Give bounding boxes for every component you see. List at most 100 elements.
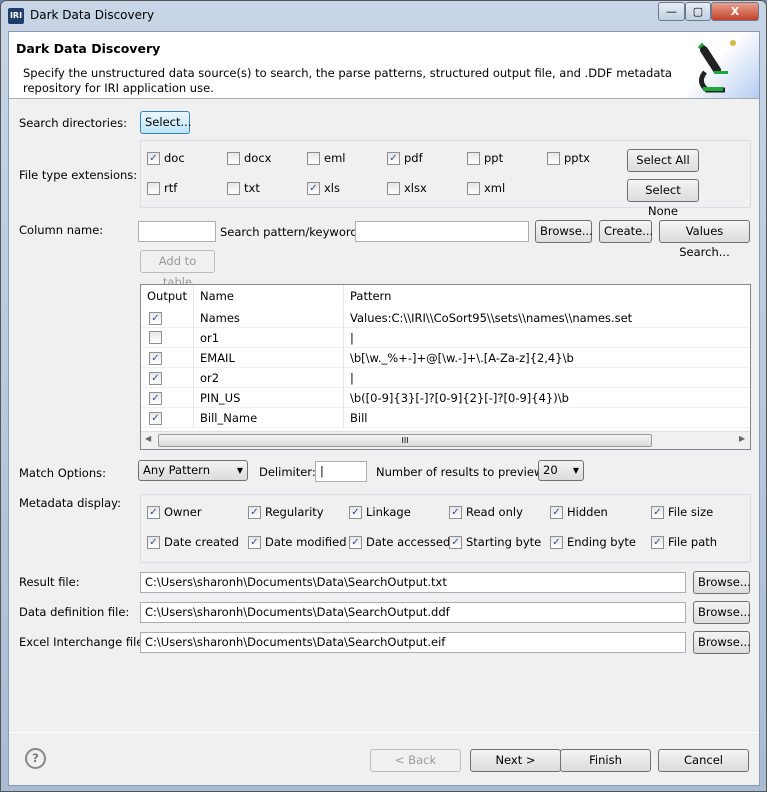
- scroll-right-icon[interactable]: ▶: [739, 434, 745, 443]
- checkbox-checked-icon[interactable]: ✓: [149, 312, 162, 325]
- table-row[interactable]: ✓ EMAIL \b[\w._%+-]+@[\w.-]+\.[A-Za-z]{2…: [141, 348, 750, 368]
- table-row[interactable]: ✓ Bill_Name Bill: [141, 408, 750, 428]
- scrollbar-thumb[interactable]: III: [158, 434, 652, 447]
- select-directories-button[interactable]: Select...: [140, 111, 191, 134]
- cancel-button[interactable]: Cancel: [658, 749, 749, 772]
- file-type-pptx-checkbox[interactable]: pptx: [547, 151, 590, 165]
- back-button[interactable]: < Back: [370, 749, 461, 772]
- checkbox-checked-icon[interactable]: ✓: [248, 505, 261, 519]
- checkbox-checked-icon[interactable]: ✓: [248, 535, 261, 549]
- checkbox-checked-icon[interactable]: ✓: [307, 181, 320, 195]
- checkbox-unchecked-icon[interactable]: [547, 151, 560, 165]
- metadata-file-path-checkbox[interactable]: ✓ File path: [651, 535, 717, 549]
- table-row[interactable]: ✓ or2 |: [141, 368, 750, 388]
- values-search-button[interactable]: Values Search...: [659, 220, 750, 259]
- select-all-button[interactable]: Select All: [627, 149, 699, 172]
- file-browse-button[interactable]: Browse...: [693, 601, 751, 624]
- file-type-doc-checkbox[interactable]: ✓ doc: [147, 151, 185, 165]
- column-header-output[interactable]: Output: [141, 285, 194, 307]
- table-row[interactable]: or1 |: [141, 328, 750, 348]
- file-type-docx-checkbox[interactable]: docx: [227, 151, 271, 165]
- scroll-left-icon[interactable]: ◀: [145, 434, 151, 443]
- column-header-pattern[interactable]: Pattern: [344, 285, 750, 307]
- metadata-date-modified-checkbox[interactable]: ✓ Date modified: [248, 535, 347, 549]
- checkbox-unchecked-icon[interactable]: [227, 151, 240, 165]
- match-options-select[interactable]: Any Pattern ▼: [138, 460, 248, 481]
- file-type-xlsx-checkbox[interactable]: xlsx: [387, 181, 427, 195]
- minimize-button[interactable]: —: [658, 2, 685, 21]
- output-cell[interactable]: ✓: [141, 408, 194, 428]
- checkbox-unchecked-icon[interactable]: [147, 181, 160, 195]
- checkbox-checked-icon[interactable]: ✓: [147, 535, 160, 549]
- file-browse-button[interactable]: Browse...: [693, 631, 751, 654]
- checkbox-checked-icon[interactable]: ✓: [349, 535, 362, 549]
- file-type-xls-checkbox[interactable]: ✓ xls: [307, 181, 340, 195]
- help-icon[interactable]: ?: [25, 748, 46, 769]
- file-type-txt-checkbox[interactable]: txt: [227, 181, 260, 195]
- checkbox-checked-icon[interactable]: ✓: [550, 535, 563, 549]
- close-button[interactable]: X: [711, 2, 759, 21]
- metadata-date-accessed-checkbox[interactable]: ✓ Date accessed: [349, 535, 450, 549]
- checkbox-checked-icon[interactable]: ✓: [149, 392, 162, 405]
- metadata-linkage-checkbox[interactable]: ✓ Linkage: [349, 505, 411, 519]
- checkbox-checked-icon[interactable]: ✓: [449, 505, 462, 519]
- output-cell[interactable]: [141, 328, 194, 348]
- file-path-input[interactable]: C:\Users\sharonh\Documents\Data\SearchOu…: [140, 572, 686, 593]
- checkbox-unchecked-icon[interactable]: [227, 181, 240, 195]
- file-type-label: File type extensions:: [19, 168, 138, 182]
- output-cell[interactable]: ✓: [141, 348, 194, 368]
- file-browse-button[interactable]: Browse...: [693, 571, 751, 594]
- checkbox-checked-icon[interactable]: ✓: [387, 151, 400, 165]
- file-type-eml-checkbox[interactable]: eml: [307, 151, 345, 165]
- table-row[interactable]: ✓ PIN_US \b([0-9]{3}[-]?[0-9]{2}[-]?[0-9…: [141, 388, 750, 408]
- maximize-button[interactable]: ▢: [685, 2, 711, 21]
- metadata-read-only-checkbox[interactable]: ✓ Read only: [449, 505, 523, 519]
- delimiter-input[interactable]: |: [315, 461, 367, 482]
- add-to-table-button[interactable]: Add to table: [140, 250, 215, 289]
- file-type-rtf-checkbox[interactable]: rtf: [147, 181, 177, 195]
- checkbox-checked-icon[interactable]: ✓: [147, 151, 160, 165]
- horizontal-scrollbar[interactable]: ◀ III ▶: [141, 431, 750, 449]
- checkbox-unchecked-icon[interactable]: [387, 181, 400, 195]
- metadata-regularity-checkbox[interactable]: ✓ Regularity: [248, 505, 324, 519]
- checkbox-checked-icon[interactable]: ✓: [651, 505, 664, 519]
- checkbox-checked-icon[interactable]: ✓: [449, 535, 462, 549]
- checkbox-checked-icon[interactable]: ✓: [147, 505, 160, 519]
- checkbox-unchecked-icon[interactable]: [307, 151, 320, 165]
- output-cell[interactable]: ✓: [141, 308, 194, 328]
- file-type-xml-checkbox[interactable]: xml: [467, 181, 505, 195]
- browse-pattern-button[interactable]: Browse...: [535, 220, 593, 243]
- checkbox-unchecked-icon[interactable]: [149, 331, 162, 344]
- metadata-owner-checkbox[interactable]: ✓ Owner: [147, 505, 202, 519]
- metadata-date-created-checkbox[interactable]: ✓ Date created: [147, 535, 239, 549]
- finish-button[interactable]: Finish: [560, 749, 651, 772]
- results-preview-select[interactable]: 20 ▼: [538, 460, 584, 481]
- checkbox-checked-icon[interactable]: ✓: [149, 352, 162, 365]
- metadata-starting-byte-checkbox[interactable]: ✓ Starting byte: [449, 535, 541, 549]
- checkbox-checked-icon[interactable]: ✓: [149, 372, 162, 385]
- checkbox-checked-icon[interactable]: ✓: [349, 505, 362, 519]
- column-name-input[interactable]: [138, 221, 216, 242]
- metadata-hidden-checkbox[interactable]: ✓ Hidden: [550, 505, 608, 519]
- metadata-ending-byte-checkbox[interactable]: ✓ Ending byte: [550, 535, 636, 549]
- next-button[interactable]: Next >: [470, 749, 561, 772]
- file-type-pdf-checkbox[interactable]: ✓ pdf: [387, 151, 423, 165]
- search-pattern-input[interactable]: [355, 221, 529, 242]
- name-cell: or2: [194, 368, 344, 388]
- checkbox-checked-icon[interactable]: ✓: [651, 535, 664, 549]
- output-cell[interactable]: ✓: [141, 388, 194, 408]
- output-cell[interactable]: ✓: [141, 368, 194, 388]
- metadata-file-size-checkbox[interactable]: ✓ File size: [651, 505, 713, 519]
- file-path-input[interactable]: C:\Users\sharonh\Documents\Data\SearchOu…: [140, 602, 686, 623]
- checkbox-unchecked-icon[interactable]: [467, 151, 480, 165]
- create-pattern-button[interactable]: Create...: [599, 220, 653, 243]
- checkbox-label: Linkage: [366, 505, 411, 519]
- checkbox-checked-icon[interactable]: ✓: [550, 505, 563, 519]
- table-row[interactable]: ✓ Names Values:C:\\IRI\\CoSort95\\sets\\…: [141, 308, 750, 328]
- checkbox-checked-icon[interactable]: ✓: [149, 412, 162, 425]
- checkbox-unchecked-icon[interactable]: [467, 181, 480, 195]
- select-none-button[interactable]: Select None: [627, 179, 699, 218]
- column-header-name[interactable]: Name: [194, 285, 344, 307]
- file-path-input[interactable]: C:\Users\sharonh\Documents\Data\SearchOu…: [140, 632, 686, 653]
- file-type-ppt-checkbox[interactable]: ppt: [467, 151, 503, 165]
